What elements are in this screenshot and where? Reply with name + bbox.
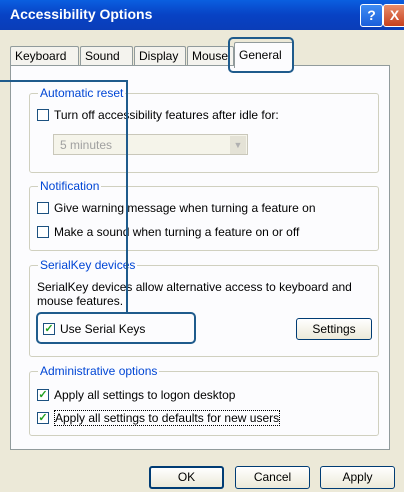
callout-line-vertical [126, 80, 128, 312]
settings-button[interactable]: Settings [296, 318, 372, 340]
apply-logon-checkbox-box[interactable]: ✓ [37, 389, 49, 401]
turn-off-idle-checkbox[interactable]: Turn off accessibility features after id… [37, 108, 279, 122]
make-sound-checkbox-box[interactable] [37, 226, 49, 238]
give-warning-checkbox-box[interactable] [37, 202, 49, 214]
give-warning-label: Give warning message when turning a feat… [54, 201, 316, 215]
tab-keyboard[interactable]: Keyboard [10, 46, 79, 66]
turn-off-idle-label: Turn off accessibility features after id… [54, 108, 279, 122]
automatic-reset-label: Automatic reset [38, 86, 126, 100]
general-tab-panel: Automatic reset Turn off accessibility f… [10, 65, 390, 450]
callout-line-horizontal [0, 80, 128, 82]
apply-defaults-checkbox[interactable]: ✓ Apply all settings to defaults for new… [37, 410, 281, 426]
tab-display[interactable]: Display [134, 46, 186, 66]
tab-mouse[interactable]: Mouse [187, 46, 234, 66]
chevron-down-icon[interactable]: ▼ [230, 136, 246, 154]
notification-group: Notification Give warning message when t… [29, 179, 379, 251]
use-serial-keys-highlight [36, 312, 196, 344]
idle-time-select[interactable]: 5 minutes ▼ [53, 134, 248, 155]
general-tab-highlight [228, 37, 294, 73]
notification-label: Notification [38, 179, 102, 193]
administrative-options-label: Administrative options [38, 364, 160, 378]
turn-off-idle-checkbox-box[interactable] [37, 109, 49, 121]
serialkey-description: SerialKey devices allow alternative acce… [37, 280, 352, 308]
title-bar[interactable]: Accessibility Options ? X [0, 0, 404, 30]
make-sound-checkbox[interactable]: Make a sound when turning a feature on o… [37, 225, 299, 239]
ok-button[interactable]: OK [149, 466, 224, 489]
automatic-reset-group: Automatic reset Turn off accessibility f… [29, 86, 379, 173]
close-icon[interactable]: X [383, 4, 404, 27]
administrative-options-group: Administrative options ✓ Apply all setti… [29, 364, 379, 436]
give-warning-checkbox[interactable]: Give warning message when turning a feat… [37, 201, 316, 215]
accessibility-options-dialog: Accessibility Options ? X Keyboard Sound… [0, 0, 404, 492]
tab-sound[interactable]: Sound [80, 46, 133, 66]
apply-button[interactable]: Apply [320, 466, 395, 489]
apply-logon-checkbox[interactable]: ✓ Apply all settings to logon desktop [37, 388, 235, 402]
window-title: Accessibility Options [10, 6, 153, 22]
idle-time-value: 5 minutes [60, 138, 113, 152]
serialkey-label: SerialKey devices [38, 258, 138, 272]
help-icon[interactable]: ? [360, 4, 383, 27]
make-sound-label: Make a sound when turning a feature on o… [54, 225, 300, 239]
apply-logon-label: Apply all settings to logon desktop [54, 388, 236, 402]
apply-defaults-label: Apply all settings to defaults for new u… [54, 410, 281, 426]
apply-defaults-checkbox-box[interactable]: ✓ [37, 412, 49, 424]
cancel-button[interactable]: Cancel [235, 466, 310, 489]
